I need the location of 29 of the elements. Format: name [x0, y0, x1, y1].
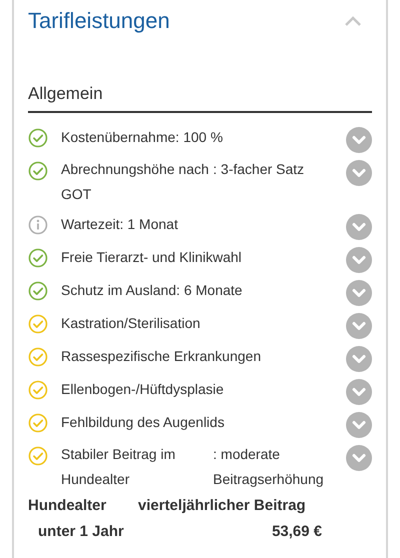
column-header: vierteljährlicher Beitrag	[138, 496, 306, 516]
chevron-down-icon[interactable]	[346, 378, 372, 404]
chevron-down-icon[interactable]	[346, 312, 372, 338]
benefit-label: Wartezeit: 1 Monat	[61, 214, 179, 234]
benefit-label: Fehlbildung des Augenlids	[61, 412, 226, 432]
benefit-label: Abrechnungshöhe nach GOT	[61, 160, 209, 204]
benefit-label: Ellenbogen-/Hüftdysplasie	[61, 380, 225, 398]
chevron-up-icon[interactable]	[344, 14, 362, 26]
benefit-label: Kastration/Sterilisation	[61, 314, 202, 332]
benefit-value: : moderate Beitragserhöhung	[213, 444, 325, 489]
column-header: Hundealter	[28, 496, 108, 516]
chevron-down-icon[interactable]	[346, 346, 372, 372]
chevron-down-icon[interactable]	[346, 444, 372, 470]
table-cell-text: unter 1 Jahr	[37, 522, 125, 542]
chevron-down-icon[interactable]	[346, 246, 372, 272]
chevron-down-icon[interactable]	[346, 412, 372, 438]
section-title: Tarifleistungen	[28, 7, 170, 35]
table-cell-text: 53,69 €	[272, 522, 322, 542]
chevron-down-icon[interactable]	[346, 126, 372, 152]
benefit-label: Rassespezifische Erkrankungen	[61, 346, 262, 366]
benefit-value: : 3-facher Satz	[213, 160, 306, 178]
benefit-label: Stabiler Beitrag im Hundealter	[61, 444, 176, 488]
chevron-down-icon[interactable]	[346, 214, 372, 240]
chevron-down-icon[interactable]	[346, 280, 372, 306]
benefit-label: Freie Tierarzt- und Klinikwahl	[61, 248, 243, 266]
benefit-label: Kostenübernahme: 100 %	[61, 128, 224, 146]
group-heading: Allgemein	[28, 84, 103, 103]
chevron-down-icon[interactable]	[346, 160, 372, 186]
benefit-label: Schutz im Ausland: 6 Monate	[61, 280, 244, 300]
